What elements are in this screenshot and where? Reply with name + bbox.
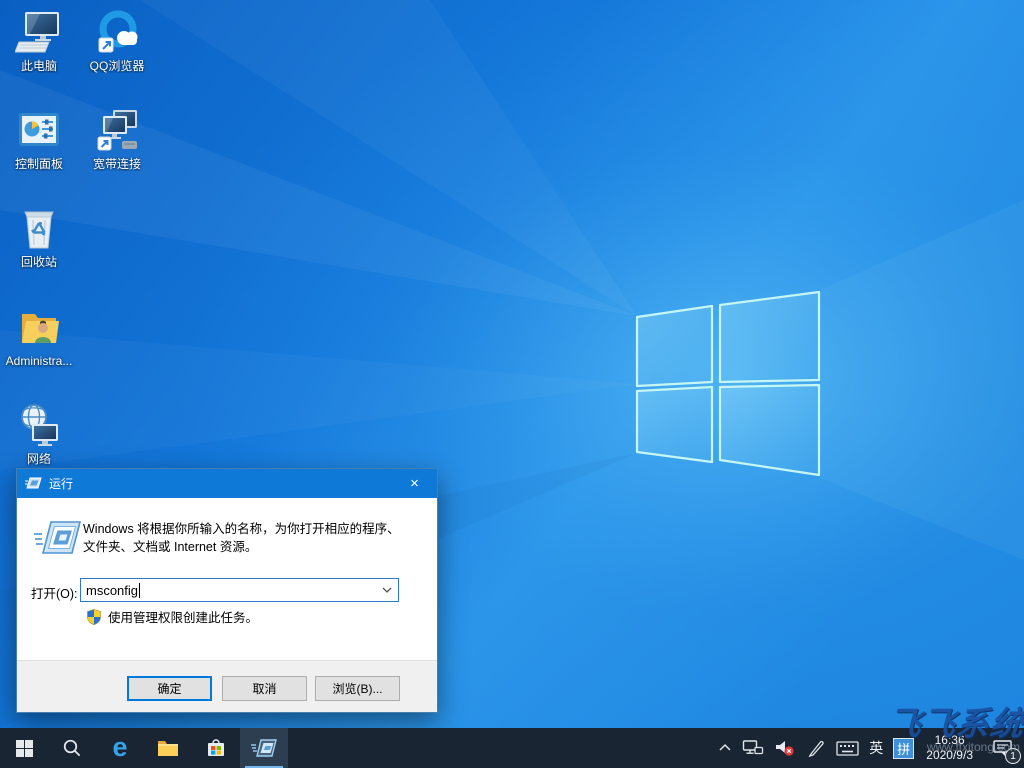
system-tray: 英 拼 16:36 2020/9/3 1 (713, 728, 1024, 768)
run-app-icon (251, 739, 277, 757)
run-dialog: 运行 × Windows 将根据你所输入的名称，为你打开相应的程序、 文件夹、文… (16, 468, 438, 713)
recycle-bin-icon (24, 211, 54, 249)
store-button[interactable] (192, 728, 240, 768)
run-dialog-title: 运行 (49, 477, 74, 491)
touch-keyboard-icon (836, 740, 859, 756)
run-icon (34, 521, 81, 554)
notification-badge: 1 (1005, 748, 1021, 764)
file-explorer-button[interactable] (144, 728, 192, 768)
search-button[interactable] (48, 728, 96, 768)
touch-keyboard-button[interactable] (831, 728, 864, 768)
desktop-icon-recycle-bin[interactable]: 回收站 (0, 204, 78, 269)
search-icon (63, 739, 81, 757)
desktop-icon-broadband[interactable]: 宽带连接 (78, 106, 156, 171)
desktop-icon-administrator[interactable]: Administra... (0, 303, 78, 368)
admin-note: 使用管理权限创建此任务。 (108, 611, 259, 625)
desktop-icon-label: QQ浏览器 (89, 59, 145, 73)
ime-mode-button[interactable]: 英 (864, 728, 888, 768)
close-icon[interactable]: × (392, 469, 437, 498)
network-status-button[interactable] (737, 728, 769, 768)
run-input-value: msconfig (86, 582, 139, 598)
edge-button[interactable]: e (96, 728, 144, 768)
ime-pinyin-button[interactable]: 拼 (888, 728, 919, 768)
description-line-2: 文件夹、文档或 Internet 资源。 (83, 540, 258, 554)
pen-icon (808, 740, 824, 758)
run-taskbar-button[interactable] (240, 728, 288, 768)
run-dialog-body: Windows 将根据你所输入的名称，为你打开相应的程序、 文件夹、文档或 In… (17, 498, 437, 662)
action-center-button[interactable]: 1 (980, 728, 1024, 768)
network-icon (21, 404, 58, 446)
file-explorer-icon (158, 740, 178, 756)
tray-expand-button[interactable] (713, 728, 737, 768)
admin-note-row: 使用管理权限创建此任务。 (86, 607, 258, 626)
desktop-icon-this-pc[interactable]: 此电脑 (0, 8, 78, 73)
ime-mode-label: 英 (869, 740, 884, 756)
microsoft-store-icon (208, 739, 224, 756)
ok-button[interactable]: 确定 (127, 676, 212, 701)
broadband-connection-icon (97, 110, 137, 151)
volume-muted-icon (776, 741, 794, 756)
clock-time: 16:36 (934, 733, 965, 747)
windows-start-icon (15, 739, 33, 757)
desktop-icon-label: 此电脑 (20, 59, 57, 73)
edge-icon: e (112, 731, 128, 762)
clock[interactable]: 16:36 2020/9/3 (919, 733, 980, 763)
browse-button[interactable]: 浏览(B)... (315, 676, 400, 701)
desktop-icon-qq-browser[interactable]: QQ浏览器 (78, 8, 156, 73)
pinyin-ime-icon: 拼 (893, 737, 915, 759)
uac-shield-icon (87, 608, 101, 625)
desktop-icon-label: 控制面板 (14, 157, 63, 171)
cancel-button[interactable]: 取消 (222, 676, 307, 701)
windows-ink-button[interactable] (801, 728, 831, 768)
desktop-icon-label: 回收站 (20, 255, 57, 269)
clock-date: 2020/9/3 (926, 748, 973, 762)
volume-button[interactable] (769, 728, 801, 768)
desktop-icon-label: 宽带连接 (92, 157, 141, 171)
chevron-up-icon (719, 743, 731, 751)
open-label: 打开(O): (31, 587, 78, 601)
desktop-icon-label: 网络 (26, 452, 51, 466)
desktop-icon-label: Administra... (5, 354, 73, 368)
qq-browser-icon (98, 10, 138, 53)
administrator-folder-icon (22, 314, 59, 343)
desktop-icon-network[interactable]: 网络 (0, 401, 78, 466)
run-dialog-titlebar[interactable]: 运行 × (17, 469, 437, 498)
run-dialog-description: Windows 将根据你所输入的名称，为你打开相应的程序、 文件夹、文档或 In… (83, 520, 423, 556)
network-tray-icon (743, 740, 764, 755)
windows-desktop-screen: 此电脑 QQ浏览器 控制面板 宽带连接 回收站 Administra... 网络… (0, 0, 1024, 768)
text-caret (139, 582, 141, 598)
run-input[interactable]: msconfig (80, 578, 399, 602)
control-panel-icon (19, 113, 59, 146)
taskbar-buttons: e (0, 728, 288, 768)
this-pc-icon (15, 12, 59, 53)
taskbar: e 英 拼 16:36 2020/9/3 1 (0, 728, 1024, 768)
run-title-icon (25, 477, 42, 489)
run-dialog-footer: 确定 取消 浏览(B)... (17, 660, 437, 712)
chevron-down-icon[interactable] (382, 587, 392, 593)
start-button[interactable] (0, 728, 48, 768)
desktop-icon-control-panel[interactable]: 控制面板 (0, 106, 78, 171)
description-line-1: Windows 将根据你所输入的名称，为你打开相应的程序、 (83, 522, 400, 536)
